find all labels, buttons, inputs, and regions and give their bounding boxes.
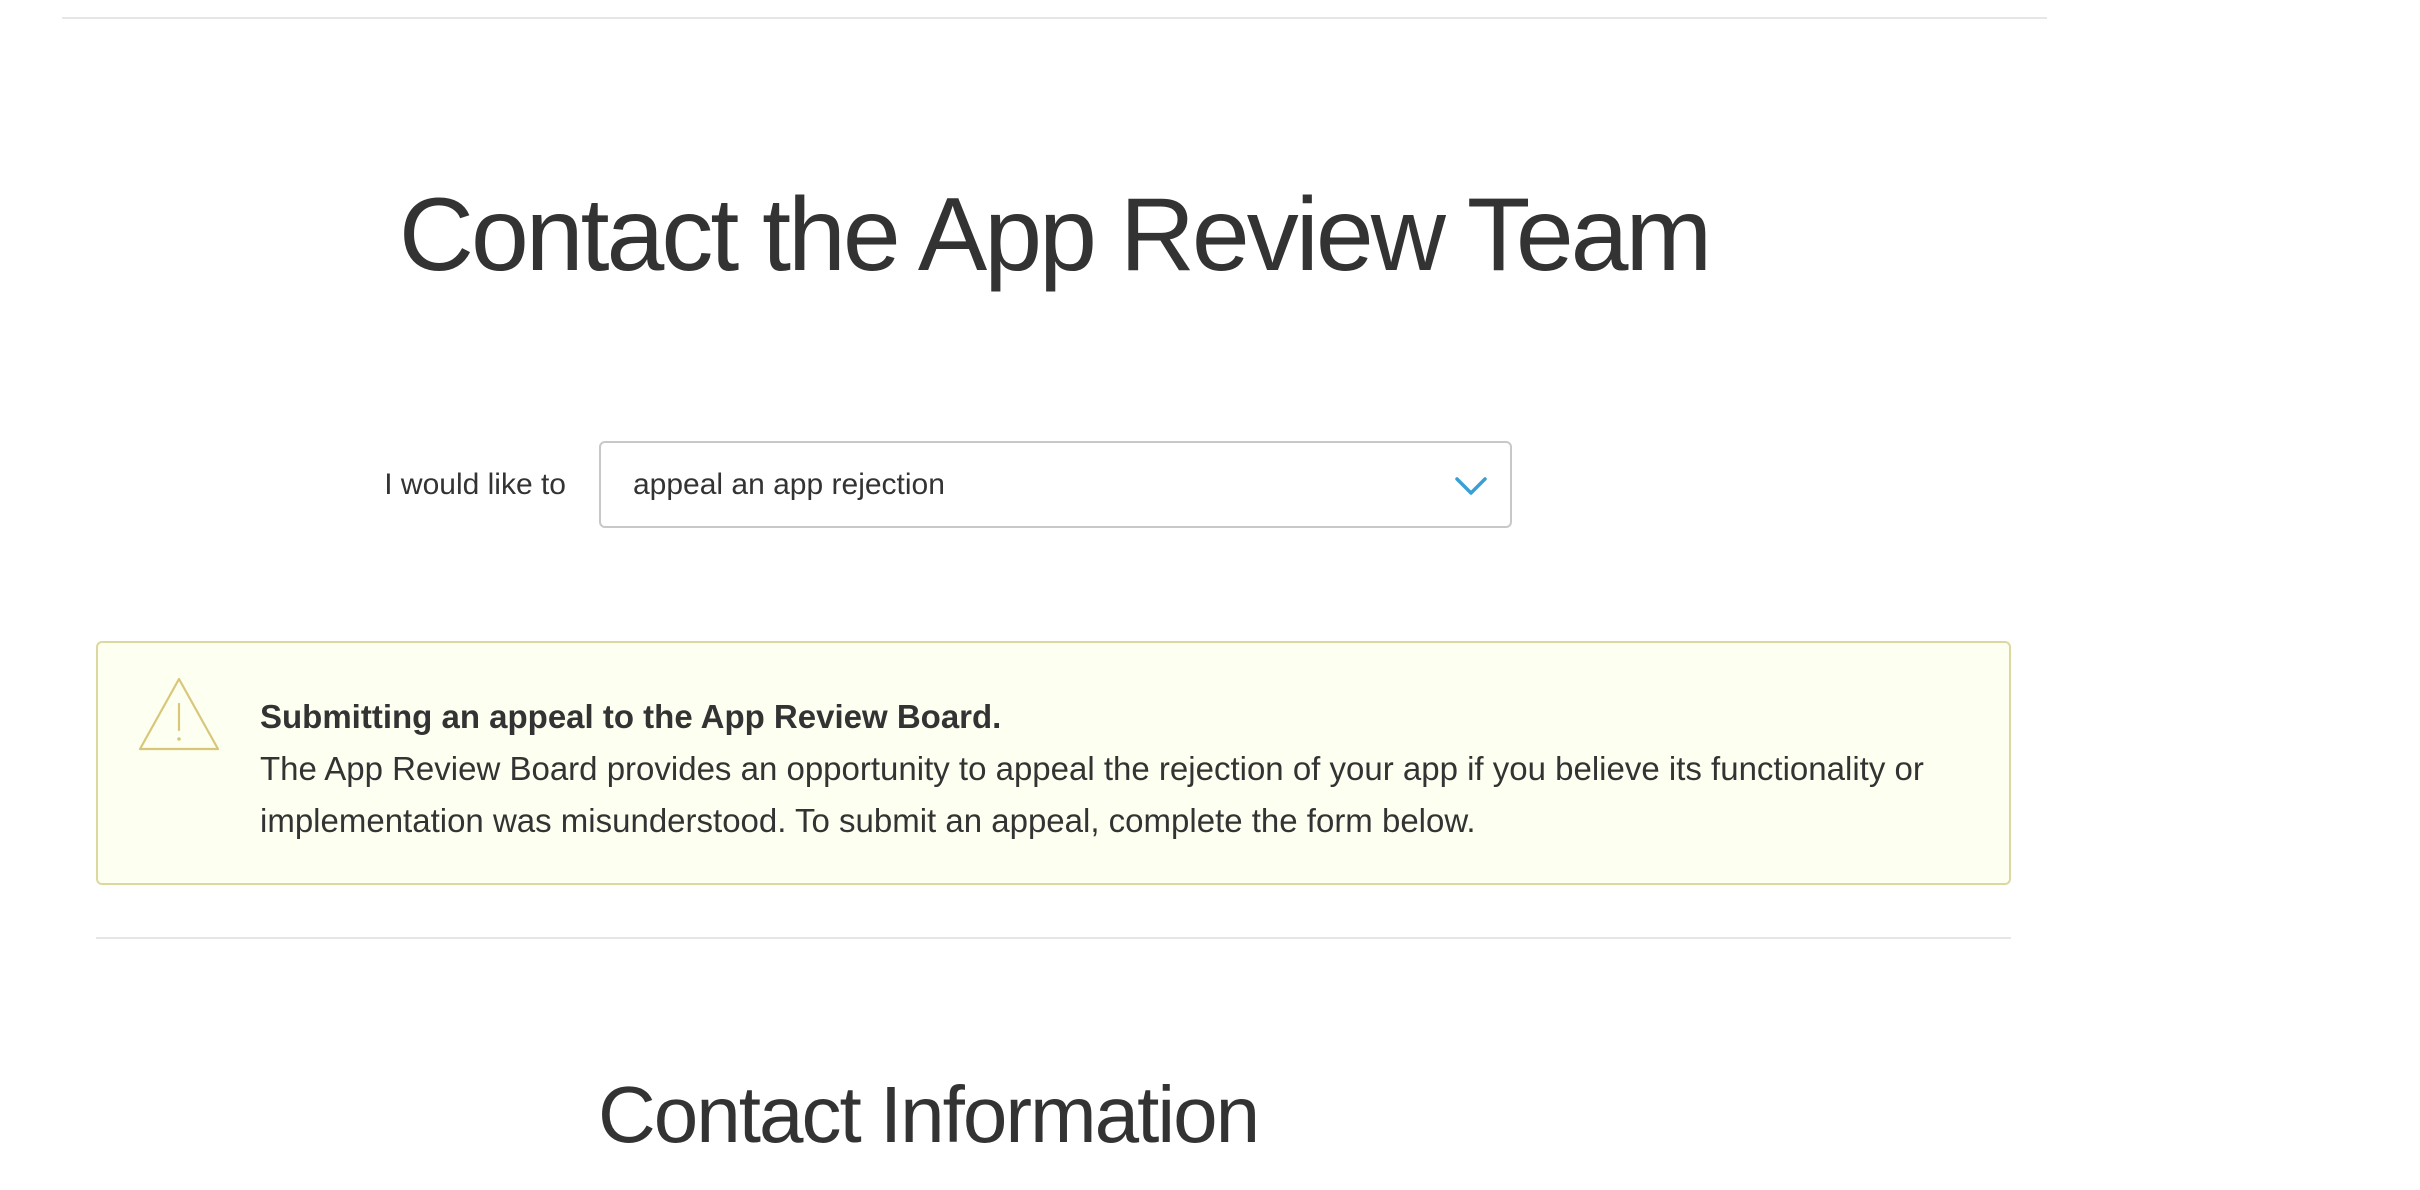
notice-body: The App Review Board provides an opportu… — [260, 750, 1924, 839]
reason-row: I would like to appeal an app rejection — [0, 441, 1600, 528]
contact-information-title: Contact Information — [598, 1070, 1260, 1159]
reason-select[interactable]: appeal an app rejection — [599, 441, 1512, 528]
warning-triangle-icon — [138, 677, 220, 751]
notice-text: Submitting an appeal to the App Review B… — [260, 691, 1980, 847]
section-divider — [96, 937, 2011, 939]
reason-select-value: appeal an app rejection — [633, 468, 945, 501]
page-title: Contact the App Review Team — [398, 177, 1712, 293]
notice-heading: Submitting an appeal to the App Review B… — [260, 698, 1002, 735]
top-divider — [62, 17, 2047, 19]
reason-label: I would like to — [384, 468, 566, 501]
chevron-down-icon — [1455, 477, 1487, 495]
appeal-notice: Submitting an appeal to the App Review B… — [96, 641, 2011, 885]
